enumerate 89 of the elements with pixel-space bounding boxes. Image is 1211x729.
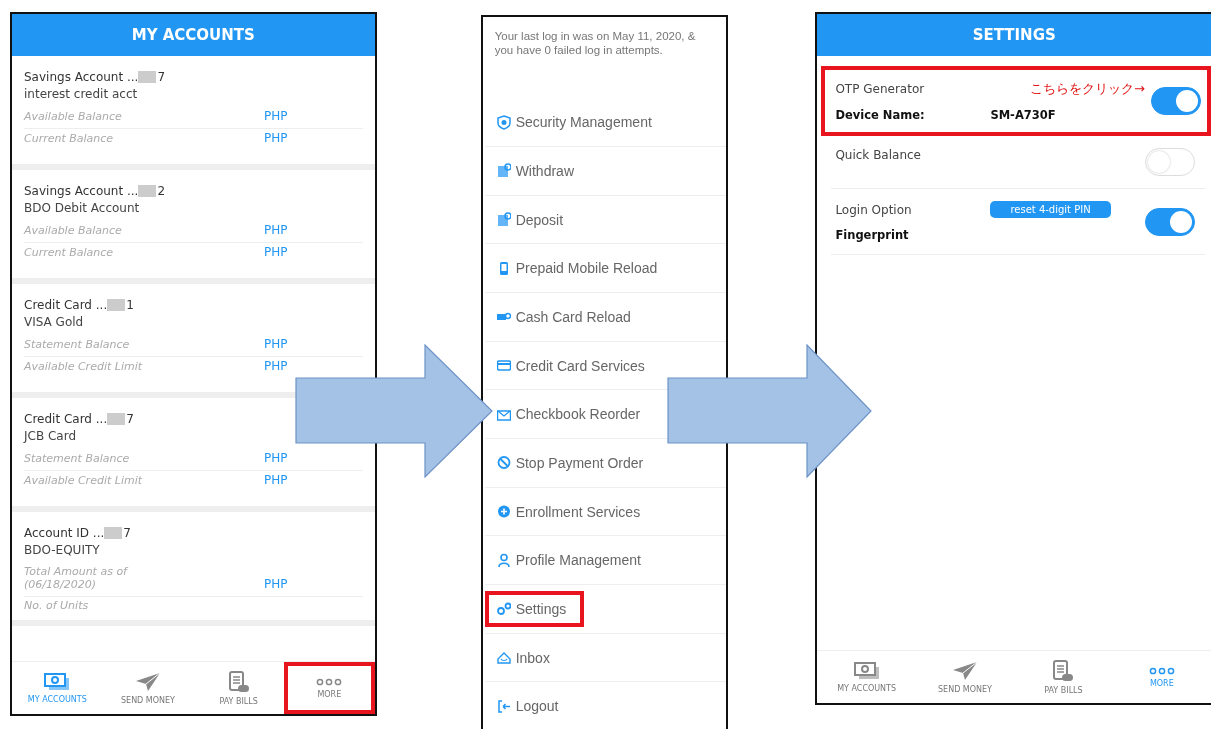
account-description: BDO-EQUITY	[24, 543, 101, 557]
account-suffix: 1	[126, 298, 134, 312]
screen-title: SETTINGS	[817, 14, 1211, 56]
menu-item[interactable]: Withdraw	[484, 153, 592, 189]
menu-item[interactable]: Prepaid Mobile Reload	[484, 250, 676, 287]
detail-label: Device Name:	[835, 108, 926, 122]
masked-digits	[138, 71, 157, 83]
balance-label: Available Credit Limit	[24, 360, 144, 373]
nav-tab[interactable]: PAY BILLS	[193, 662, 284, 714]
more-icon	[1148, 666, 1175, 675]
balance-value: PHP	[264, 337, 289, 351]
account-description: VISA Gold	[24, 315, 85, 329]
account-description: interest credit acct	[24, 87, 139, 101]
credit-card-icon	[496, 358, 511, 374]
balance-value: PHP	[264, 577, 289, 591]
setting-label: Login Option	[835, 202, 913, 217]
account-suffix: 7	[126, 412, 134, 426]
screen-title: MY ACCOUNTS	[12, 14, 375, 56]
balance-label: Available Credit Limit	[24, 474, 144, 487]
account-name: Credit Card ...	[24, 412, 108, 426]
balance-value: PHP	[264, 473, 289, 487]
prohibited-icon	[496, 455, 511, 471]
menu-item[interactable]: Cash Card Reload	[484, 298, 649, 335]
masked-digits	[107, 299, 126, 311]
account-suffix: 7	[123, 526, 131, 540]
menu-item[interactable]: Inbox	[484, 639, 568, 676]
balance-label: Total Amount as of (06/18/2020)	[24, 565, 129, 591]
balance-value: PHP	[264, 359, 289, 373]
nav-tab[interactable]: MORE	[283, 662, 375, 714]
gear-circles-icon	[496, 601, 511, 617]
nav-tab[interactable]: SEND MONEY	[915, 651, 1015, 703]
balance-value: PHP	[264, 451, 289, 465]
setting-label: Quick Balance	[835, 148, 922, 162]
paper-plane-icon	[952, 660, 978, 681]
nav-tab[interactable]: MY ACCOUNTS	[12, 662, 103, 714]
more-icon	[316, 677, 343, 686]
bill-icon	[1052, 659, 1075, 682]
balance-value: PHP	[264, 131, 289, 145]
menu-item[interactable]: Profile Management	[484, 542, 659, 579]
balance-label: Current Balance	[24, 132, 115, 145]
cash-icon	[44, 672, 71, 691]
account-name: Savings Account ...	[24, 184, 139, 198]
menu-item[interactable]: Credit Card Services	[484, 347, 663, 384]
paper-plane-icon	[135, 671, 161, 692]
menu-item[interactable]: Security Management	[484, 104, 670, 141]
account-name: Savings Account ...	[24, 70, 139, 84]
annotation-text: こちらをクリック→	[1030, 80, 1146, 98]
toggle-switch[interactable]	[1151, 87, 1201, 115]
cash-icon	[853, 661, 880, 680]
masked-digits	[107, 413, 126, 425]
menu-item[interactable]: Stop Payment Order	[484, 444, 662, 481]
detail-value: SM-A730F	[990, 108, 1057, 122]
account-description: BDO Debit Account	[24, 201, 141, 215]
reset-pin-button[interactable]: reset 4-digit PIN	[990, 201, 1111, 218]
masked-digits	[104, 527, 123, 539]
menu-item[interactable]: Enrollment Services	[484, 493, 659, 530]
balance-label: Statement Balance	[24, 452, 131, 465]
shield-icon	[496, 114, 511, 130]
detail-label: Fingerprint	[835, 228, 910, 242]
balance-label: Current Balance	[24, 246, 115, 259]
balance-label: Available Balance	[24, 110, 123, 123]
balance-value: PHP	[264, 223, 289, 237]
account-suffix: 7	[157, 70, 166, 84]
bill-icon	[227, 670, 250, 693]
masked-digits	[138, 185, 157, 197]
nav-tab[interactable]: MORE	[1112, 651, 1211, 703]
balance-label: Statement Balance	[24, 338, 131, 351]
nav-tab[interactable]: SEND MONEY	[102, 662, 194, 714]
logout-icon	[496, 698, 511, 714]
plus-circle-icon	[496, 504, 511, 520]
toggle-switch[interactable]	[1145, 207, 1195, 236]
menu-item[interactable]: Logout	[484, 688, 577, 725]
login-notice: Your last log in was on May 11, 2020, & you have 0 failed log in attempts.	[493, 29, 697, 59]
account-suffix: 2	[157, 184, 166, 198]
menu-item[interactable]: Checkbook Reorder	[484, 396, 659, 433]
balance-label: Available Balance	[24, 224, 123, 237]
menu-item[interactable]: Deposit	[484, 201, 582, 238]
nav-tab[interactable]: MY ACCOUNTS	[817, 651, 916, 703]
menu-item[interactable]: Settings	[484, 590, 585, 627]
inbox-icon	[496, 650, 511, 666]
account-description: JCB Card	[24, 429, 78, 443]
balance-value: PHP	[264, 245, 289, 259]
account-name: Account ID ...	[24, 526, 105, 540]
person-icon	[496, 552, 511, 568]
account-name: Credit Card ...	[24, 298, 108, 312]
nav-tab[interactable]: PAY BILLS	[1014, 651, 1113, 703]
balance-value: PHP	[264, 109, 289, 123]
balance-label: No. of Units	[24, 599, 90, 612]
setting-label: OTP Generator	[835, 82, 926, 96]
